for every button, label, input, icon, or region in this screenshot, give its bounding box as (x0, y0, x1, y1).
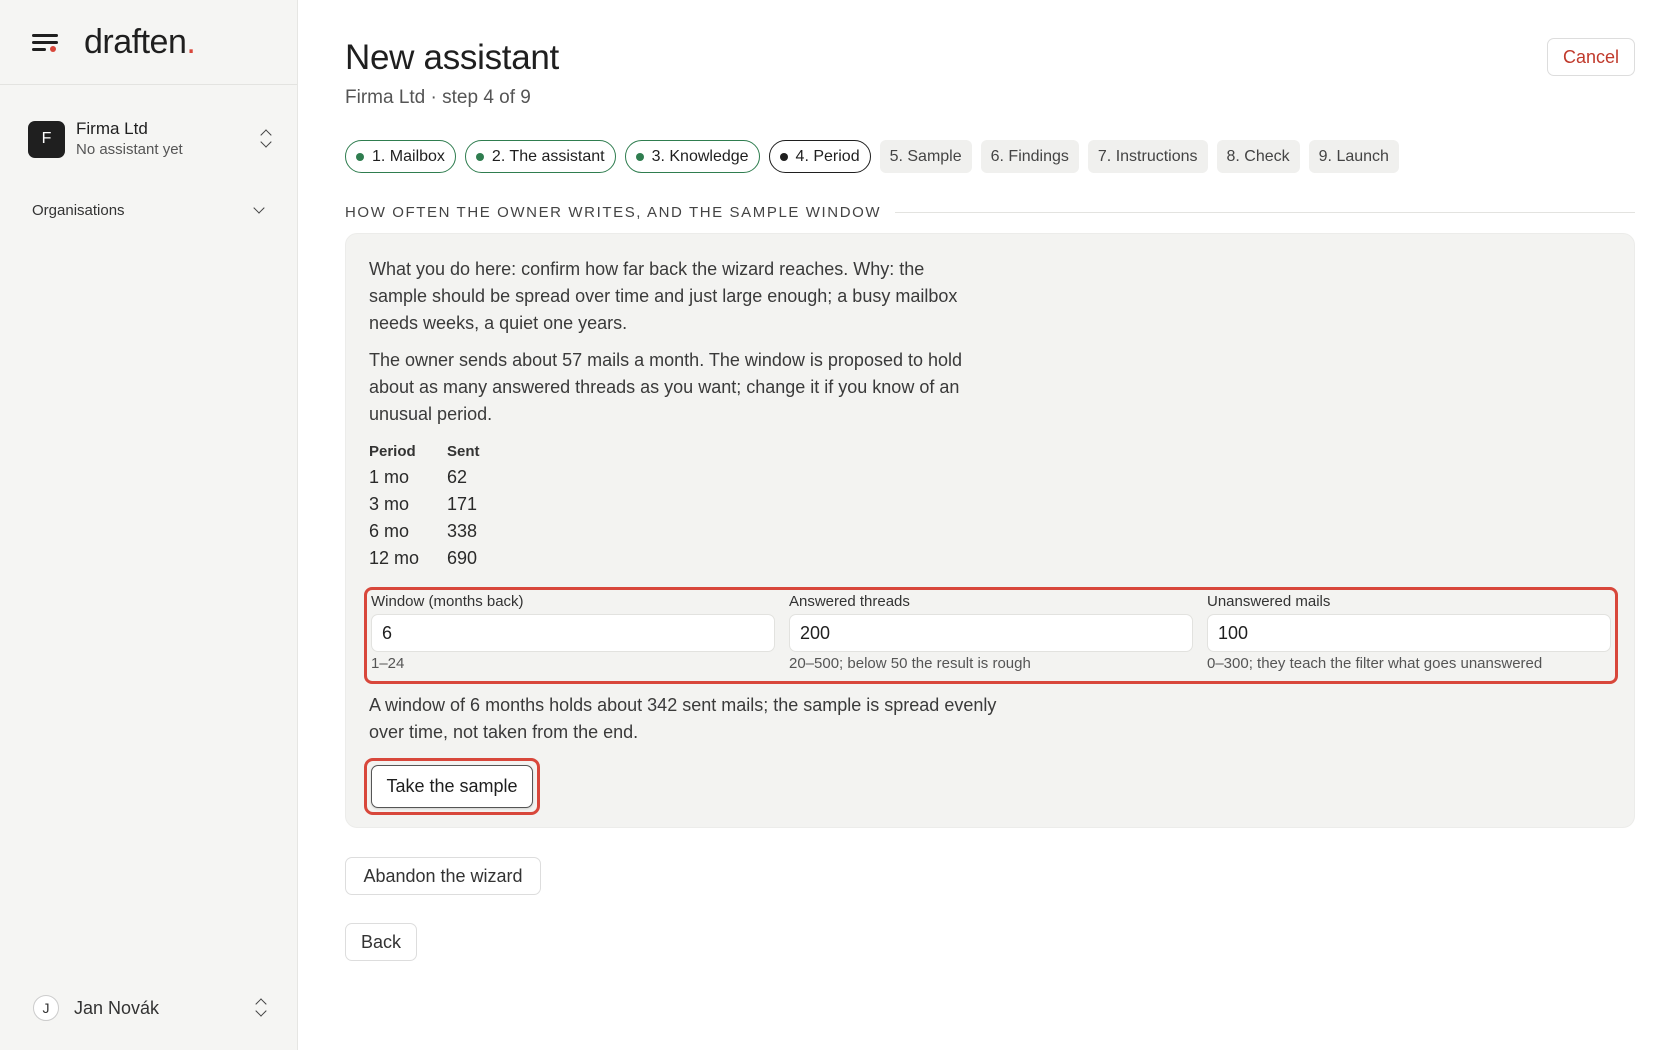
org-avatar: F (28, 120, 65, 158)
menu-icon[interactable] (32, 31, 60, 53)
abandon-wizard-button[interactable]: Abandon the wizard (345, 857, 541, 895)
chevron-updown-icon (254, 998, 268, 1018)
window-summary: A window of 6 months holds about 342 sen… (369, 695, 997, 742)
answered-threads-input[interactable] (789, 614, 1193, 652)
back-button[interactable]: Back (345, 923, 417, 961)
organisations-label: Organisations (32, 201, 125, 219)
chevron-down-icon (253, 202, 265, 214)
org-status: No assistant yet (76, 141, 183, 158)
page-title: New assistant (345, 38, 559, 77)
volume-text: The owner sends about 57 mails a month. … (369, 350, 963, 424)
step-mailbox[interactable]: 1. Mailbox (345, 140, 456, 173)
logo[interactable]: draften. (84, 23, 196, 62)
step-done-dot-icon (635, 152, 644, 161)
step-launch: 9. Launch (1308, 140, 1399, 173)
org-switcher[interactable]: F Firma Ltd No assistant yet (28, 117, 273, 161)
user-name: Jan Novák (74, 997, 160, 1018)
sidebar-header: draften. (0, 0, 297, 85)
step-current-dot-icon (779, 152, 788, 161)
step-period[interactable]: 4. Period (768, 140, 871, 173)
step-knowledge[interactable]: 3. Knowledge (624, 140, 760, 173)
user-menu[interactable]: J Jan Novák (33, 993, 268, 1023)
sample-settings: Window (months back) 1–24 Answered threa… (364, 587, 1618, 684)
wizard-steps: 1. Mailbox 2. The assistant 3. Knowledge… (345, 140, 1399, 173)
chevron-updown-icon (259, 129, 273, 149)
step-done-dot-icon (475, 152, 484, 161)
step-assistant[interactable]: 2. The assistant (464, 140, 616, 173)
unanswered-mails-input[interactable] (1207, 614, 1611, 652)
unanswered-hint: 0–300; they teach the filter what goes u… (1207, 655, 1543, 672)
window-hint: 1–24 (371, 655, 405, 672)
intro-text: What you do here: confirm how far back t… (369, 259, 958, 333)
divider (895, 212, 1635, 213)
answered-field: Answered threads 20–500; below 50 the re… (789, 590, 1193, 672)
sidebar: draften. F Firma Ltd No assistant yet Or… (0, 0, 298, 1050)
organisations-toggle[interactable]: Organisations (32, 198, 267, 222)
step-done-dot-icon (356, 152, 364, 161)
table-row: 12 mo 690 (369, 548, 478, 568)
table-row: 1 mo 62 (369, 467, 468, 487)
section-heading: HOW OFTEN THE OWNER WRITES, AND THE SAMP… (345, 204, 1635, 221)
cancel-button[interactable]: Cancel (1547, 38, 1635, 76)
table-header: Period (369, 442, 416, 460)
window-label: Window (months back) (371, 593, 524, 610)
sample-button-highlight: Take the sample (364, 758, 540, 815)
user-avatar: J (33, 995, 59, 1021)
org-name: Firma Ltd (76, 119, 148, 138)
step-sample: 5. Sample (879, 140, 972, 173)
period-card: What you do here: confirm how far back t… (345, 233, 1635, 828)
table-row: 6 mo 338 (369, 521, 478, 541)
step-findings: 6. Findings (980, 140, 1079, 173)
page-subtitle: Firma Ltd · step 4 of 9 (345, 87, 531, 108)
window-months-input[interactable] (371, 614, 775, 652)
table-header: Sent (447, 442, 480, 460)
answered-hint: 20–500; below 50 the result is rough (789, 655, 1031, 672)
main-content: New assistant Firma Ltd · step 4 of 9 Ca… (345, 0, 1635, 1050)
take-sample-button[interactable]: Take the sample (371, 765, 533, 808)
table-row: 3 mo 171 (369, 494, 478, 514)
unanswered-label: Unanswered mails (1207, 593, 1331, 610)
answered-label: Answered threads (789, 593, 910, 610)
unanswered-field: Unanswered mails 0–300; they teach the f… (1207, 590, 1611, 672)
volume-table: Period Sent 1 mo 62 3 mo 171 6 mo 338 12 mo… (369, 442, 508, 572)
window-field: Window (months back) 1–24 (371, 590, 775, 672)
step-instructions: 7. Instructions (1087, 140, 1208, 173)
step-check: 8. Check (1216, 140, 1300, 173)
